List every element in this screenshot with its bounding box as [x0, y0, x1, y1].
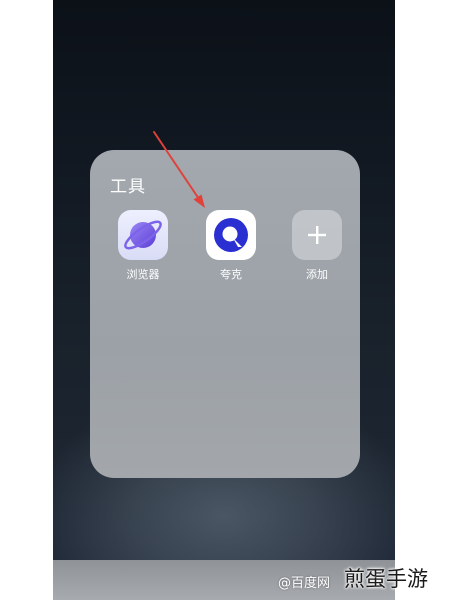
source-watermark: @百度网 [278, 576, 331, 591]
app-add[interactable]: 添加 [287, 210, 347, 282]
plus-icon[interactable] [292, 210, 342, 260]
phone-home-screen: 工具 浏览器 夸克 添加 [53, 0, 395, 600]
app-quark[interactable]: 夸克 [201, 210, 261, 282]
app-folder: 工具 浏览器 夸克 添加 [90, 150, 360, 478]
brand-watermark: 煎蛋手游 [344, 567, 428, 591]
folder-title[interactable]: 工具 [110, 172, 146, 197]
quark-logo-icon[interactable] [206, 210, 256, 260]
app-browser[interactable]: 浏览器 [113, 210, 173, 282]
app-label-browser: 浏览器 [126, 268, 160, 281]
planet-icon[interactable] [118, 210, 168, 260]
app-label-quark: 夸克 [220, 268, 242, 281]
app-label-add: 添加 [306, 268, 328, 281]
